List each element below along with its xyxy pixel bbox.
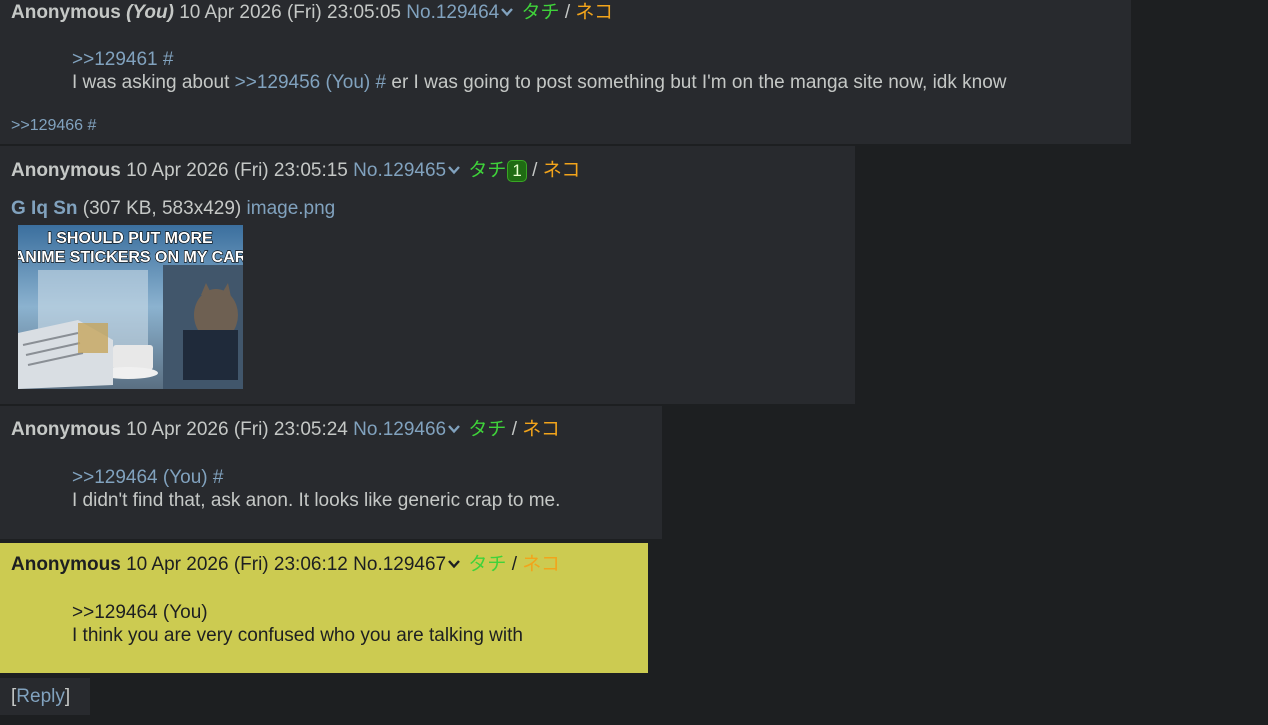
post-number-link[interactable]: No.129464 xyxy=(406,2,499,23)
post-date: 10 Apr 2026 (Fri) 23:05:24 xyxy=(126,419,348,440)
tachi-link[interactable]: タチ xyxy=(468,160,506,181)
file-size-dimensions: (307 KB, 583x429) xyxy=(82,198,242,219)
neko-link[interactable]: ネコ xyxy=(522,554,560,575)
tachi-link[interactable]: タチ xyxy=(468,554,506,575)
image-thumbnail[interactable]: I SHOULD PUT MORE ANIME STICKERS ON MY C… xyxy=(18,225,243,389)
separator: / xyxy=(511,554,517,575)
separator: / xyxy=(532,160,538,181)
post-number-link[interactable]: No.129467 xyxy=(353,554,446,575)
post-body: >>129461 # I was asking about >>129456 (… xyxy=(72,48,1007,94)
reply-box: [Reply] xyxy=(0,678,90,715)
chevron-down-icon[interactable] xyxy=(447,557,461,571)
post-header: Anonymous 10 Apr 2026 (Fri) 23:06:12 No.… xyxy=(11,553,560,577)
neko-link[interactable]: ネコ xyxy=(575,2,613,23)
post-header: Anonymous 10 Apr 2026 (Fri) 23:05:24 No.… xyxy=(11,418,560,442)
post-header: Anonymous (You) 10 Apr 2026 (Fri) 23:05:… xyxy=(11,1,613,25)
neko-link[interactable]: ネコ xyxy=(543,160,581,181)
post-date: 10 Apr 2026 (Fri) 23:05:05 xyxy=(179,2,401,23)
thumbnail-image: I SHOULD PUT MORE ANIME STICKERS ON MY C… xyxy=(18,225,243,389)
inline-quote-link[interactable]: >>129456 (You) # xyxy=(235,72,386,93)
post-date: 10 Apr 2026 (Fri) 23:06:12 xyxy=(126,554,348,575)
separator: / xyxy=(511,419,517,440)
reply-count-badge: 1 xyxy=(507,160,527,182)
page-background-right xyxy=(1131,0,1268,725)
post-text: I didn't find that, ask anon. It looks l… xyxy=(72,490,561,511)
post-number-link[interactable]: No.129465 xyxy=(353,160,446,181)
image-caption-line-1: I SHOULD PUT MORE xyxy=(47,230,213,247)
post-129467-highlighted: Anonymous 10 Apr 2026 (Fri) 23:06:12 No.… xyxy=(0,543,648,675)
quote-link[interactable]: >>129464 (You) # xyxy=(72,467,223,488)
file-tags[interactable]: G Iq Sn xyxy=(11,198,78,219)
quote-link[interactable]: >>129461 # xyxy=(72,49,173,70)
backlink[interactable]: >>129466 # xyxy=(11,117,96,135)
post-text: I was asking about xyxy=(72,72,230,93)
you-tag: (You) xyxy=(126,2,174,23)
chevron-down-icon[interactable] xyxy=(500,5,514,19)
reply-link[interactable]: Reply xyxy=(16,686,65,707)
post-text: er I was going to post something but I'm… xyxy=(391,72,1007,93)
chevron-down-icon[interactable] xyxy=(447,163,461,177)
post-number-link[interactable]: No.129466 xyxy=(353,419,446,440)
post-129465: Anonymous 10 Apr 2026 (Fri) 23:05:15 No.… xyxy=(0,146,855,406)
separator: / xyxy=(564,2,571,23)
tachi-link[interactable]: タチ xyxy=(468,419,506,440)
neko-link[interactable]: ネコ xyxy=(522,419,560,440)
post-129464: Anonymous (You) 10 Apr 2026 (Fri) 23:05:… xyxy=(0,0,1131,146)
poster-name: Anonymous xyxy=(11,554,121,575)
post-129466: Anonymous 10 Apr 2026 (Fri) 23:05:24 No.… xyxy=(0,406,662,541)
image-caption-line-2: ANIME STICKERS ON MY CAR xyxy=(18,249,243,266)
post-body: >>129464 (You) I think you are very conf… xyxy=(72,601,523,647)
post-body: >>129464 (You) # I didn't find that, ask… xyxy=(72,466,560,512)
post-header: Anonymous 10 Apr 2026 (Fri) 23:05:15 No.… xyxy=(11,159,580,183)
file-name-link[interactable]: image.png xyxy=(247,198,336,219)
file-info: G Iq Sn (307 KB, 583x429) image.png xyxy=(11,198,335,220)
post-text: I think you are very confused who you ar… xyxy=(72,625,523,646)
poster-name: Anonymous xyxy=(11,419,121,440)
poster-name: Anonymous xyxy=(11,2,121,23)
quote-link[interactable]: >>129464 (You) xyxy=(72,602,208,623)
tachi-link[interactable]: タチ xyxy=(522,2,560,23)
post-date: 10 Apr 2026 (Fri) 23:05:15 xyxy=(126,160,348,181)
bracket-close: ] xyxy=(64,686,71,707)
chevron-down-icon[interactable] xyxy=(447,422,461,436)
poster-name: Anonymous xyxy=(11,160,121,181)
